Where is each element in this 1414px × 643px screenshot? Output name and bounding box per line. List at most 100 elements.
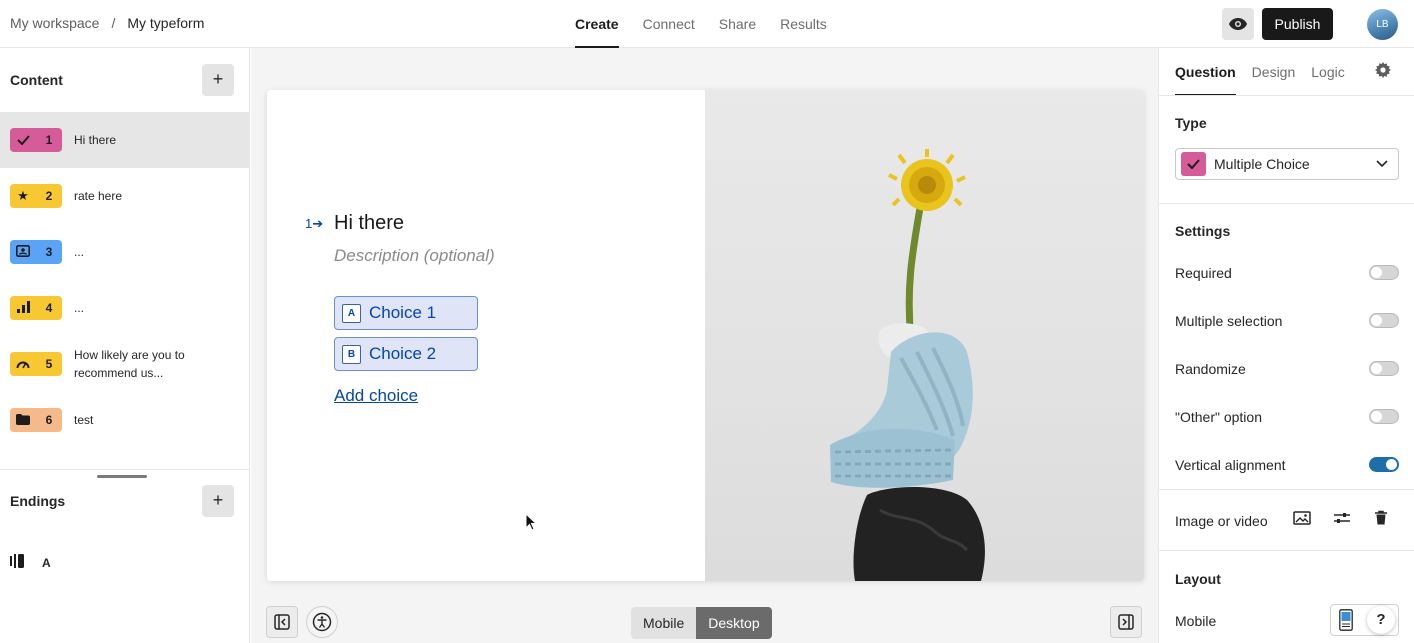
collapse-left-panel-button[interactable] [266,606,298,638]
question-item-6[interactable]: 6 test [0,392,250,448]
trash-icon[interactable] [1373,510,1389,526]
tab-design[interactable]: Design [1252,48,1296,96]
question-badge: 3 [10,240,62,264]
layout-mobile-label: Mobile [1175,613,1217,629]
question-title-input[interactable]: Hi there [334,212,404,235]
top-bar: My workspace / My typeform Create Connec… [0,0,1414,48]
question-badge: 4 [10,296,62,320]
add-choice-link[interactable]: Add choice [334,386,418,406]
question-label: test [74,413,94,427]
other-option-toggle[interactable] [1369,409,1399,424]
flower-sculpture-illustration [830,149,985,581]
question-item-4[interactable]: 4 ... [0,280,250,336]
desktop-view-button[interactable]: Desktop [696,607,772,639]
settings-heading: Settings [1175,223,1231,239]
tab-question[interactable]: Question [1175,48,1236,96]
avatar[interactable]: LB [1367,9,1398,40]
question-number-label: 1➔ [305,216,324,231]
section-divider [1159,203,1414,204]
question-type-value: Multiple Choice [1214,156,1310,172]
breadcrumb-separator: / [111,15,116,31]
device-toggle: Mobile Desktop [631,607,772,639]
required-toggle[interactable] [1369,265,1399,280]
description-input[interactable]: Description (optional) [334,246,495,266]
gauge-icon [10,357,36,372]
contact-card-icon [10,244,36,260]
tab-create[interactable]: Create [575,0,619,48]
question-label: rate here [74,189,123,203]
add-ending-button[interactable]: + [202,485,234,517]
resize-handle[interactable] [97,475,147,478]
question-item-3[interactable]: 3 ... [0,224,250,280]
form-canvas: 1➔ Hi there Description (optional) A Cho… [251,48,1158,643]
mobile-view-button[interactable]: Mobile [631,607,697,639]
mobile-layout-icon [1339,609,1353,631]
endings-heading: Endings [10,493,66,509]
gear-icon[interactable] [1375,62,1391,78]
question-item-2[interactable]: ★ 2 rate here [0,168,250,224]
multiple-selection-toggle[interactable] [1369,313,1399,328]
question-number: 4 [45,301,53,315]
choice-label: Choice 2 [369,344,437,363]
help-button[interactable]: ? [1367,606,1395,634]
ending-label: A [42,556,51,570]
mouse-cursor-icon [525,513,537,531]
content-panel: Content + 1 Hi there ★ 2 rate here 3 ...… [0,48,250,643]
settings-tabs: Question Design Logic [1175,48,1345,96]
required-label: Required [1175,265,1232,281]
choice-key: A [342,303,361,323]
tab-share[interactable]: Share [719,0,756,48]
add-question-button[interactable]: + [202,64,234,96]
folder-icon [10,413,36,428]
question-label: How likely are you to recommend us... [74,348,185,380]
tab-logic[interactable]: Logic [1311,48,1344,96]
check-icon [10,133,36,148]
tab-connect[interactable]: Connect [643,0,695,48]
choice-b[interactable]: B Choice 2 [334,337,478,371]
section-divider [1159,489,1414,490]
preview-button[interactable] [1222,8,1254,40]
accessibility-icon [312,612,332,632]
breadcrumb-workspace[interactable]: My workspace [10,15,99,31]
ending-item[interactable]: A [10,553,240,573]
question-badge: 1 [10,128,62,152]
content-heading: Content [10,72,63,88]
publish-button[interactable]: Publish [1262,8,1333,40]
choice-a[interactable]: A Choice 1 [334,296,478,330]
question-number: 6 [45,413,53,427]
ending-icon [10,553,26,573]
question-item-5[interactable]: 5 How likely are you to recommend us... [0,336,250,392]
question-number: 1 [45,133,53,147]
image-icon[interactable] [1293,510,1311,526]
main-nav-tabs: Create Connect Share Results [575,0,827,48]
question-badge: ★ 2 [10,184,62,208]
sliders-icon[interactable] [1333,510,1351,526]
question-badge: 6 [10,408,62,432]
eye-icon [1229,18,1247,30]
type-heading: Type [1175,115,1207,131]
accessibility-button[interactable] [306,606,338,638]
arrow-right-icon: ➔ [312,216,324,231]
question-item-1[interactable]: 1 Hi there [0,112,250,168]
media-actions [1293,510,1389,526]
question-preview-card: 1➔ Hi there Description (optional) A Cho… [267,90,1144,581]
chevron-down-icon [1376,160,1388,168]
other-option-label: "Other" option [1175,409,1262,425]
star-icon: ★ [17,188,29,203]
vertical-alignment-toggle[interactable] [1369,457,1399,472]
mobile-layout-option[interactable]: ? [1330,604,1399,636]
choice-label: Choice 1 [369,303,437,322]
panel-left-icon [274,614,290,630]
randomize-toggle[interactable] [1369,361,1399,376]
question-number: 2 [45,189,53,203]
tabs-divider [1159,95,1414,96]
question-number: 5 [45,357,53,371]
multiple-selection-label: Multiple selection [1175,313,1283,329]
question-image [705,90,1144,581]
question-type-select[interactable]: Multiple Choice [1175,148,1399,180]
breadcrumb-form-name[interactable]: My typeform [127,15,204,31]
question-label: ... [74,301,85,315]
collapse-right-panel-button[interactable] [1110,606,1142,638]
image-or-video-label: Image or video [1175,513,1268,529]
tab-results[interactable]: Results [780,0,827,48]
